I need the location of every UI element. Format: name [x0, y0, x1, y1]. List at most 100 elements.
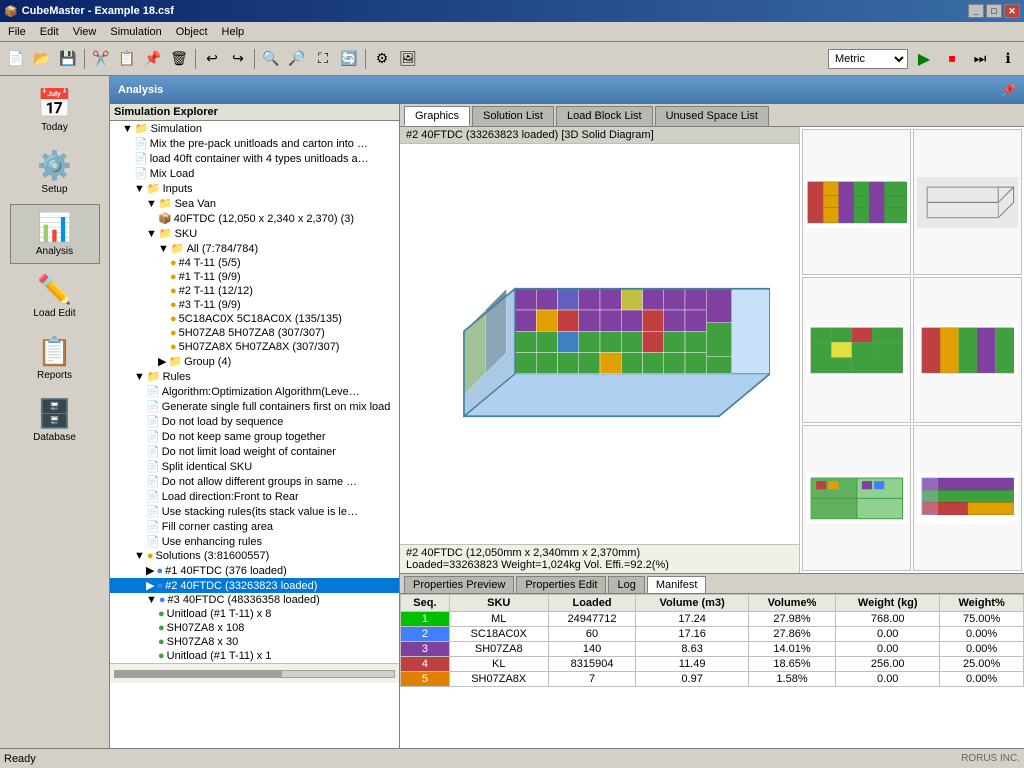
- tree-item-5c18ac0x[interactable]: ● 5C18AC0X 5C18AC0X (135/135): [110, 312, 399, 326]
- table-row[interactable]: 4 KL 8315904 11.49 18.65% 256.00 25.00%: [401, 657, 1024, 672]
- tree-item-no-group[interactable]: 📄 Do not keep same group together: [110, 429, 399, 444]
- sidebar-item-today[interactable]: 📅 Today: [10, 80, 100, 140]
- tree-item-5h07za8[interactable]: ● 5H07ZA8 5H07ZA8 (307/307): [110, 326, 399, 340]
- tree-item-t11-4[interactable]: ● #4 T-11 (5/5): [110, 256, 399, 270]
- sidebar-item-database[interactable]: 🗄️ Database: [10, 390, 100, 450]
- undo-button[interactable]: ↩: [200, 47, 224, 71]
- sphere-icon: ●: [158, 650, 165, 662]
- tree-item-unitload1[interactable]: ● Unitload (#1 T-11) x 8: [110, 607, 399, 621]
- maximize-button[interactable]: □: [986, 4, 1002, 18]
- menu-help[interactable]: Help: [216, 24, 251, 40]
- tree-item-mixload[interactable]: 📄 Mix Load: [110, 166, 399, 181]
- tab-load-block-list[interactable]: Load Block List: [556, 106, 653, 126]
- copy-button[interactable]: 📋: [115, 47, 139, 71]
- new-button[interactable]: 📄: [4, 47, 28, 71]
- tree-item-stacking[interactable]: 📄 Use stacking rules(its stack value is …: [110, 504, 399, 519]
- zoom-fit-button[interactable]: ⛶: [311, 47, 335, 71]
- tree-item-40ftdc[interactable]: 📦 40FTDC (12,050 x 2,340 x 2,370) (3): [110, 211, 399, 226]
- table-row[interactable]: 3 SH07ZA8 140 8.63 14.01% 0.00 0.00%: [401, 642, 1024, 657]
- menu-simulation[interactable]: Simulation: [104, 24, 167, 40]
- tab-properties-edit[interactable]: Properties Edit: [516, 576, 606, 593]
- save-button[interactable]: 💾: [56, 47, 80, 71]
- tree-item-solutions[interactable]: ▼ ● Solutions (3:81600557): [110, 549, 399, 563]
- tree-item-sh07za8-30[interactable]: ● SH07ZA8 x 30: [110, 635, 399, 649]
- delete-button[interactable]: 🗑: [167, 47, 191, 71]
- settings-button[interactable]: ⚙: [370, 47, 394, 71]
- tree-item-split-sku[interactable]: 📄 Split identical SKU: [110, 459, 399, 474]
- tree-item-sol1[interactable]: ▶ ● #1 40FTDC (376 loaded): [110, 563, 399, 578]
- rotate-button[interactable]: 🔄: [337, 47, 361, 71]
- tree-item-enhancing[interactable]: 📄 Use enhancing rules: [110, 534, 399, 549]
- tree-item-sh07za8-108[interactable]: ● SH07ZA8 x 108: [110, 621, 399, 635]
- tree-item-no-sequence[interactable]: 📄 Do not load by sequence: [110, 414, 399, 429]
- menu-view[interactable]: View: [67, 24, 103, 40]
- cell-seq: 4: [401, 657, 450, 672]
- tab-manifest[interactable]: Manifest: [647, 576, 707, 593]
- col-weight-pct: Weight%: [940, 595, 1024, 612]
- tree-item-no-diff-groups[interactable]: 📄 Do not allow different groups in same …: [110, 474, 399, 489]
- thumb-svg-3: [806, 282, 908, 419]
- table-row[interactable]: 5 SH07ZA8X 7 0.97 1.58% 0.00 0.00%: [401, 672, 1024, 687]
- table-row[interactable]: 2 SC18AC0X 60 17.16 27.86% 0.00 0.00%: [401, 627, 1024, 642]
- minimize-button[interactable]: _: [968, 4, 984, 18]
- tab-properties-preview[interactable]: Properties Preview: [404, 576, 514, 593]
- tree-item-corner[interactable]: 📄 Fill corner casting area: [110, 519, 399, 534]
- tree-item-all[interactable]: ▼ 📁 All (7:784/784): [110, 241, 399, 256]
- tab-unused-space-list[interactable]: Unused Space List: [655, 106, 769, 126]
- run-button[interactable]: ▶: [912, 47, 936, 71]
- sidebar-item-reports[interactable]: 📋 Reports: [10, 328, 100, 388]
- thumb-top-view[interactable]: [802, 277, 911, 423]
- tree-scroll-thumb[interactable]: [115, 671, 282, 677]
- tree-item-sol3[interactable]: ▼ ● #3 40FTDC (48336358 loaded): [110, 593, 399, 607]
- zoom-in-button[interactable]: 🔍: [259, 47, 283, 71]
- status-bar: Ready RORUS INC.: [0, 748, 1024, 768]
- open-button[interactable]: 📂: [30, 47, 54, 71]
- thumb-wire-view[interactable]: [913, 129, 1022, 275]
- thumb-multi-view[interactable]: [913, 425, 1022, 571]
- tree-item-load-dir[interactable]: 📄 Load direction:Front to Rear: [110, 489, 399, 504]
- sidebar-item-load-edit[interactable]: ✏️ Load Edit: [10, 266, 100, 326]
- tree-item-group[interactable]: ▶ 📁 Group (4): [110, 354, 399, 369]
- tree-item-sol2[interactable]: ▶ ● #2 40FTDC (33263823 loaded): [110, 578, 399, 593]
- tree-item-desc2[interactable]: 📄 load 40ft container with 4 types unitl…: [110, 151, 399, 166]
- menu-file[interactable]: File: [2, 24, 32, 40]
- tree-item-generate-single[interactable]: 📄 Generate single full containers first …: [110, 399, 399, 414]
- tree-item-unitload2[interactable]: ● Unitload (#1 T-11) x 1: [110, 649, 399, 663]
- tab-graphics[interactable]: Graphics: [404, 106, 470, 126]
- thumb-layout-view[interactable]: [802, 425, 911, 571]
- unit-selector[interactable]: Metric Imperial: [828, 49, 908, 69]
- tree-item-sea-van[interactable]: ▼ 📁 Sea Van: [110, 196, 399, 211]
- tree-item-desc1[interactable]: 📄 Mix the pre-pack unitloads and carton …: [110, 136, 399, 151]
- sidebar-item-analysis[interactable]: 📊 Analysis: [10, 204, 100, 264]
- tree-item-sku[interactable]: ▼ 📁 SKU: [110, 226, 399, 241]
- tree-item-5h07za8x[interactable]: ● 5H07ZA8X 5H07ZA8X (307/307): [110, 340, 399, 354]
- tab-solution-list[interactable]: Solution List: [472, 106, 554, 126]
- thumb-side-view[interactable]: [913, 277, 1022, 423]
- zoom-out-button[interactable]: 🔎: [285, 47, 309, 71]
- tree-title: Simulation Explorer: [114, 106, 218, 118]
- cut-button[interactable]: ✂️: [89, 47, 113, 71]
- tree-item-no-weight[interactable]: 📄 Do not limit load weight of container: [110, 444, 399, 459]
- tab-log[interactable]: Log: [608, 576, 644, 593]
- step-button[interactable]: ⏭: [968, 47, 992, 71]
- tree-item-algorithm[interactable]: 📄 Algorithm:Optimization Algorithm(Level…: [110, 384, 399, 399]
- redo-button[interactable]: ↪: [226, 47, 250, 71]
- tree-item-inputs[interactable]: ▼ 📁 Inputs: [110, 181, 399, 196]
- tree-item-simulation[interactable]: ▼ 📁 Simulation: [110, 121, 399, 136]
- table-row[interactable]: 1 ML 24947712 17.24 27.98% 768.00 75.00%: [401, 612, 1024, 627]
- paste-button[interactable]: 📌: [141, 47, 165, 71]
- stop-button[interactable]: ⏹: [940, 47, 964, 71]
- close-button[interactable]: ✕: [1004, 4, 1020, 18]
- container-3d-viewport[interactable]: [400, 144, 799, 544]
- thumb-front-view[interactable]: [802, 129, 911, 275]
- info-button[interactable]: ℹ: [996, 47, 1020, 71]
- menu-object[interactable]: Object: [170, 24, 214, 40]
- render-button[interactable]: 🖼: [396, 47, 420, 71]
- tree-item-t11-2[interactable]: ● #2 T-11 (12/12): [110, 284, 399, 298]
- tree-item-rules[interactable]: ▼ 📁 Rules: [110, 369, 399, 384]
- menu-edit[interactable]: Edit: [34, 24, 65, 40]
- sidebar-item-setup[interactable]: ⚙️ Setup: [10, 142, 100, 202]
- tree-scrollbar[interactable]: [114, 670, 395, 678]
- tree-item-t11-1[interactable]: ● #1 T-11 (9/9): [110, 270, 399, 284]
- tree-item-t11-3[interactable]: ● #3 T-11 (9/9): [110, 298, 399, 312]
